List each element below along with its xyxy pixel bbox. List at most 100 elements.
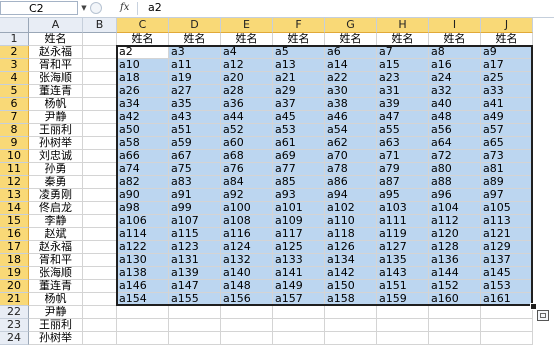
- name-cell[interactable]: 董连青: [29, 85, 83, 98]
- data-cell[interactable]: a159: [377, 293, 429, 306]
- name-cell[interactable]: 佟启龙: [29, 202, 83, 215]
- data-cell[interactable]: a5: [273, 46, 325, 59]
- data-cell[interactable]: a102: [325, 202, 377, 215]
- data-cell[interactable]: a98: [117, 202, 169, 215]
- data-cell[interactable]: a127: [377, 241, 429, 254]
- name-cell[interactable]: 秦勇: [29, 176, 83, 189]
- empty-cell[interactable]: [83, 98, 117, 111]
- data-cell[interactable]: a53: [273, 124, 325, 137]
- data-cell[interactable]: a120: [429, 228, 481, 241]
- data-cell[interactable]: a97: [481, 189, 533, 202]
- data-cell[interactable]: a87: [377, 176, 429, 189]
- empty-cell[interactable]: [221, 332, 273, 345]
- column-header-d[interactable]: D: [169, 18, 221, 33]
- data-cell[interactable]: a118: [325, 228, 377, 241]
- data-cell[interactable]: a142: [325, 267, 377, 280]
- data-cell[interactable]: a94: [325, 189, 377, 202]
- header-cell[interactable]: 姓名: [429, 33, 481, 46]
- data-cell[interactable]: a119: [377, 228, 429, 241]
- data-cell[interactable]: a55: [377, 124, 429, 137]
- row-header-1[interactable]: 1: [0, 33, 29, 46]
- data-cell[interactable]: a81: [481, 163, 533, 176]
- name-cell[interactable]: 尹静: [29, 111, 83, 124]
- data-cell[interactable]: a89: [481, 176, 533, 189]
- data-cell[interactable]: a123: [169, 241, 221, 254]
- name-cell[interactable]: 孙树举: [29, 332, 83, 345]
- formula-bar-expand-icon[interactable]: [90, 2, 102, 14]
- data-cell[interactable]: a100: [221, 202, 273, 215]
- data-cell[interactable]: a47: [377, 111, 429, 124]
- row-header-3[interactable]: 3: [0, 59, 29, 72]
- data-cell[interactable]: a107: [169, 215, 221, 228]
- data-cell[interactable]: a57: [481, 124, 533, 137]
- data-cell[interactable]: a23: [377, 72, 429, 85]
- data-cell[interactable]: a14: [325, 59, 377, 72]
- data-cell[interactable]: a11: [169, 59, 221, 72]
- data-cell[interactable]: a130: [117, 254, 169, 267]
- row-header-9[interactable]: 9: [0, 137, 29, 150]
- row-header-10[interactable]: 10: [0, 150, 29, 163]
- empty-cell[interactable]: [83, 319, 117, 332]
- row-header-7[interactable]: 7: [0, 111, 29, 124]
- data-cell[interactable]: a58: [117, 137, 169, 150]
- name-cell[interactable]: 王丽利: [29, 319, 83, 332]
- row-header-20[interactable]: 20: [0, 280, 29, 293]
- data-cell[interactable]: a45: [273, 111, 325, 124]
- empty-cell[interactable]: [117, 306, 169, 319]
- data-cell[interactable]: a70: [325, 150, 377, 163]
- data-cell[interactable]: a161: [481, 293, 533, 306]
- data-cell[interactable]: a62: [325, 137, 377, 150]
- formula-input[interactable]: a2: [148, 0, 162, 16]
- data-cell[interactable]: a84: [221, 176, 273, 189]
- data-cell[interactable]: a37: [273, 98, 325, 111]
- data-cell[interactable]: a28: [221, 85, 273, 98]
- empty-cell[interactable]: [83, 189, 117, 202]
- data-cell[interactable]: a151: [377, 280, 429, 293]
- row-header-14[interactable]: 14: [0, 202, 29, 215]
- data-cell[interactable]: a77: [273, 163, 325, 176]
- data-cell[interactable]: a67: [169, 150, 221, 163]
- data-cell[interactable]: a36: [221, 98, 273, 111]
- data-cell[interactable]: a32: [429, 85, 481, 98]
- data-cell[interactable]: a40: [429, 98, 481, 111]
- empty-cell[interactable]: [169, 332, 221, 345]
- data-cell[interactable]: a125: [273, 241, 325, 254]
- data-cell[interactable]: a66: [117, 150, 169, 163]
- quick-analysis-icon[interactable]: [537, 310, 549, 321]
- name-cell[interactable]: 赵永福: [29, 241, 83, 254]
- data-cell[interactable]: a140: [221, 267, 273, 280]
- column-header-e[interactable]: E: [221, 18, 273, 33]
- empty-cell[interactable]: [325, 332, 377, 345]
- header-cell[interactable]: 姓名: [169, 33, 221, 46]
- empty-cell[interactable]: [481, 306, 533, 319]
- data-cell[interactable]: a13: [273, 59, 325, 72]
- data-cell[interactable]: a54: [325, 124, 377, 137]
- empty-cell[interactable]: [377, 332, 429, 345]
- column-header-b[interactable]: B: [83, 18, 117, 33]
- empty-cell[interactable]: [83, 85, 117, 98]
- data-cell[interactable]: a34: [117, 98, 169, 111]
- empty-cell[interactable]: [481, 319, 533, 332]
- data-cell[interactable]: a111: [377, 215, 429, 228]
- empty-cell[interactable]: [83, 176, 117, 189]
- data-cell[interactable]: a72: [429, 150, 481, 163]
- data-cell[interactable]: a52: [221, 124, 273, 137]
- data-cell[interactable]: a104: [429, 202, 481, 215]
- name-cell[interactable]: 凌勇刚: [29, 189, 83, 202]
- empty-cell[interactable]: [429, 306, 481, 319]
- name-cell[interactable]: 张海顺: [29, 72, 83, 85]
- empty-cell[interactable]: [117, 332, 169, 345]
- empty-cell[interactable]: [273, 306, 325, 319]
- data-cell[interactable]: a133: [273, 254, 325, 267]
- data-cell[interactable]: a51: [169, 124, 221, 137]
- data-cell[interactable]: a90: [117, 189, 169, 202]
- column-header-c[interactable]: C: [117, 18, 169, 33]
- data-cell[interactable]: a9: [481, 46, 533, 59]
- empty-cell[interactable]: [273, 332, 325, 345]
- data-cell[interactable]: a10: [117, 59, 169, 72]
- data-cell[interactable]: a136: [429, 254, 481, 267]
- select-all-corner[interactable]: [0, 18, 29, 33]
- empty-cell[interactable]: [83, 202, 117, 215]
- name-cell[interactable]: 胥和平: [29, 59, 83, 72]
- name-cell[interactable]: 杨帆: [29, 98, 83, 111]
